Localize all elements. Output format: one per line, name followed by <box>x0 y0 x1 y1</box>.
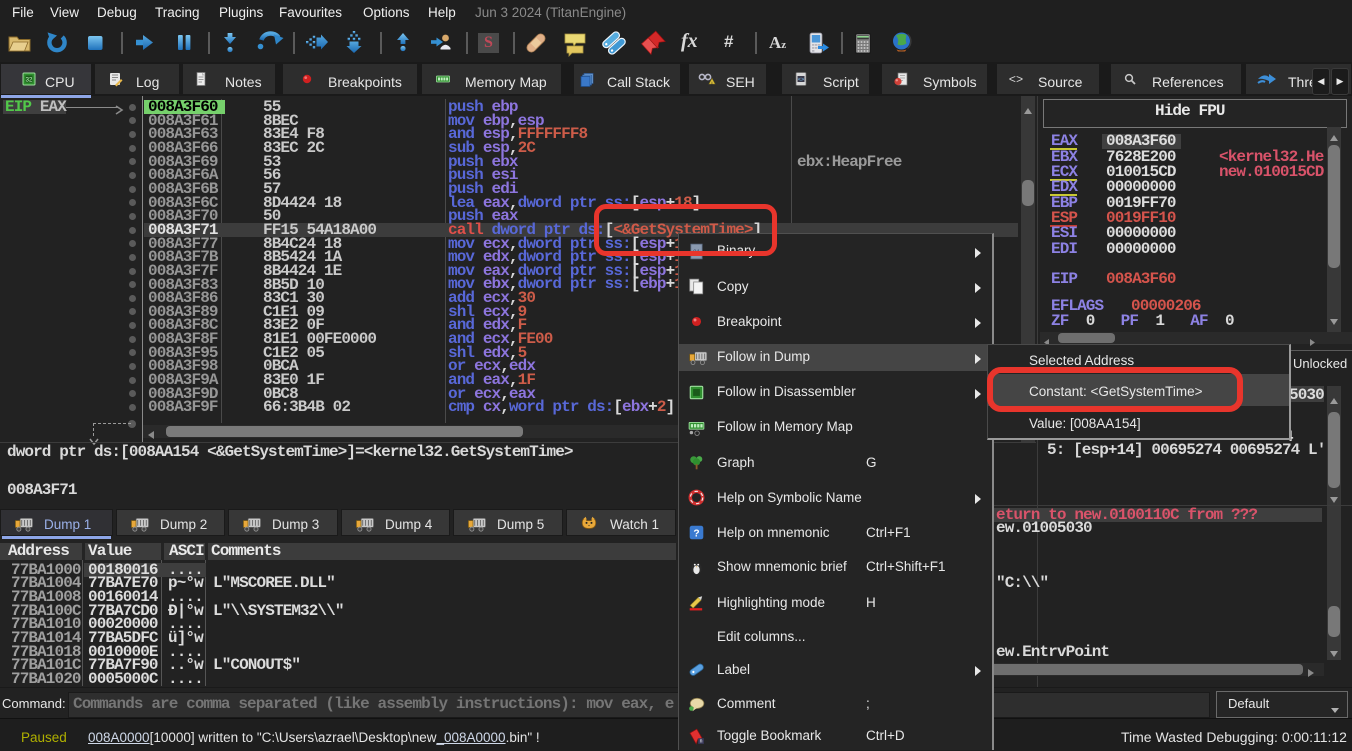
svg-text:?: ? <box>693 528 699 539</box>
svg-text:n: n <box>700 738 703 744</box>
svg-text:32: 32 <box>26 78 33 84</box>
svg-text:<>: <> <box>1009 73 1023 87</box>
svg-text:<>: <> <box>798 76 805 83</box>
